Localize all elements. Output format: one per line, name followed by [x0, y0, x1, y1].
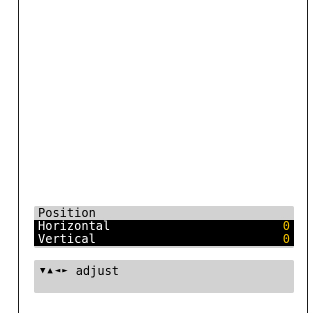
arrow-right-icon: ► — [62, 266, 68, 276]
control-hint-panel: ▼ ▲ ◄ ► adjust — [34, 260, 294, 293]
row-value-vertical: 0 — [282, 232, 290, 246]
menu-title: Position — [38, 206, 96, 220]
row-label-vertical: Vertical — [38, 232, 96, 246]
control-hint: ▼ ▲ ◄ ► adjust — [40, 264, 119, 278]
position-menu: Position Horizontal 0 Vertical 0 — [34, 206, 294, 248]
menu-row-vertical[interactable]: Vertical 0 — [34, 233, 294, 246]
arrow-left-icon: ◄ — [54, 266, 61, 276]
arrow-up-icon: ▲ — [47, 266, 53, 276]
arrow-down-icon: ▼ — [40, 266, 46, 276]
hint-text: adjust — [75, 264, 120, 278]
